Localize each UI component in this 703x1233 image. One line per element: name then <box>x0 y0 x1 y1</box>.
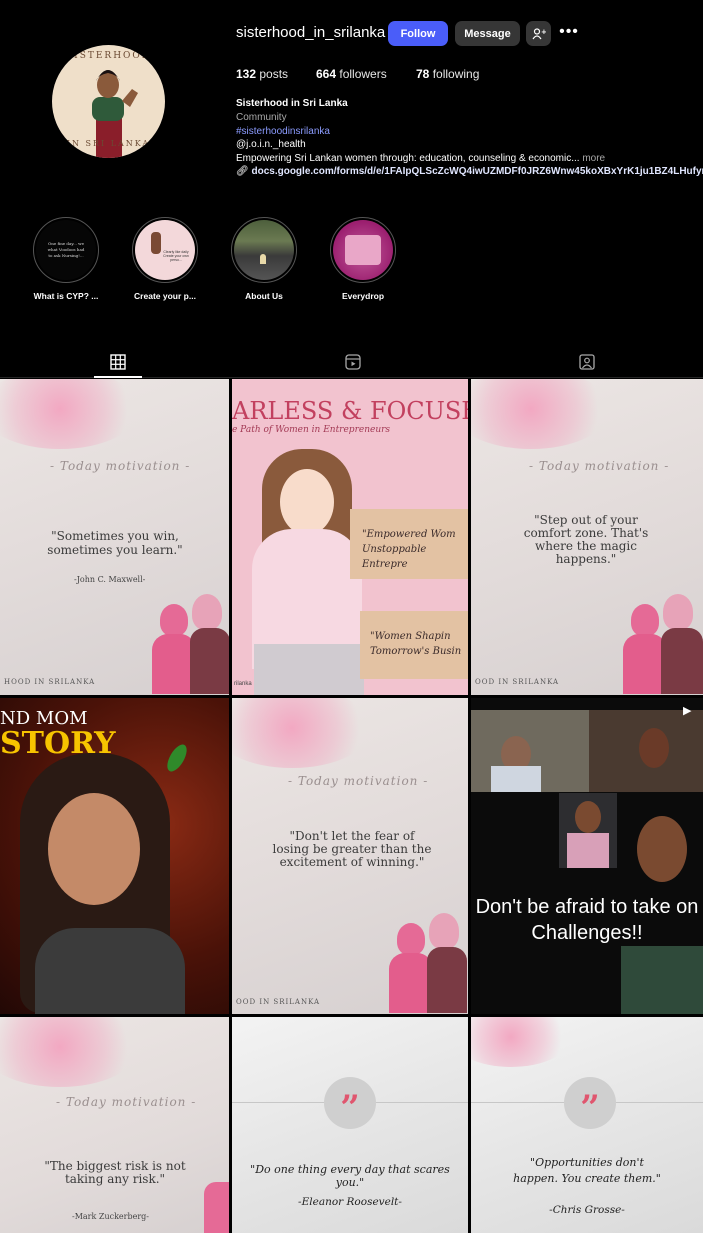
post-quote: "Don't let the fear of losing be greater… <box>272 829 432 869</box>
flowers-decoration <box>0 1017 140 1087</box>
video-call-frame <box>471 710 703 792</box>
tagged-icon <box>579 354 595 370</box>
post-brand: OOD IN SRILANKA <box>236 998 321 1006</box>
highlight-cover <box>234 220 294 280</box>
profile-avatar[interactable]: SISTERHOOD IN SRI LANKA <box>52 45 165 158</box>
flowers-decoration <box>0 379 140 449</box>
shirt-illustration <box>35 928 185 1014</box>
women-illustration <box>150 594 229 694</box>
highlight-cover <box>333 220 393 280</box>
grid-icon <box>110 354 126 370</box>
quote-mark-icon: ” <box>324 1077 376 1129</box>
add-person-icon: + <box>532 28 546 39</box>
post-5[interactable]: - Today motivation - "Don't let the fear… <box>232 698 468 1014</box>
post-brand: rilanka <box>234 681 252 687</box>
post-subtitle: - Today motivation - <box>529 459 670 473</box>
quote-box: "Empowered Wom Unstoppable Entrepre <box>350 509 468 579</box>
skirt-illustration <box>254 644 364 695</box>
post-title: ARLESS & FOCUSED <box>232 397 468 425</box>
post-quote: "The biggest risk is not taking any risk… <box>44 1159 186 1186</box>
video-call-frame <box>559 793 617 868</box>
post-6[interactable]: ▶︎ Don't be afraid to take on Challenges… <box>471 698 703 1014</box>
post-3[interactable]: - Today motivation - "Step out of your c… <box>471 379 703 695</box>
link-icon: 🔗︎ <box>236 166 249 177</box>
post-brand: OOD IN SRILANKA <box>475 678 560 686</box>
svg-text:+: + <box>541 28 546 36</box>
post-caption: Don't be afraid to take on Challenges!! <box>475 896 699 944</box>
post-author: -Eleanor Roosevelt- <box>298 1196 402 1208</box>
post-author: -Chris Grosse- <box>549 1204 625 1216</box>
women-illustration <box>387 913 467 1013</box>
bio-description: Empowering Sri Lankan women through: edu… <box>236 153 606 164</box>
quote-box: "Women Shapin Tomorrow's Busin <box>360 611 468 679</box>
highlight-what-is-cyp[interactable]: One fine day... we what Voodoos had to a… <box>33 217 99 301</box>
bio-mention-link[interactable]: @j.o.i.n._health <box>236 139 306 150</box>
post-subtitle: - Today motivation - <box>50 459 191 473</box>
bio-hashtag-link[interactable]: #sisterhoodinsrilanka <box>236 126 330 137</box>
post-quote: "Opportunities don't happen. You create … <box>513 1156 661 1185</box>
post-subtitle: - Today motivation - <box>56 1095 197 1109</box>
tab-tagged[interactable] <box>577 352 597 372</box>
post-4[interactable]: ND MOM STORY <box>0 698 229 1014</box>
post-quote: "Step out of your comfort zone. That's w… <box>523 513 649 566</box>
tab-posts[interactable] <box>108 352 128 372</box>
highlight-label: About Us <box>245 291 283 301</box>
post-7[interactable]: - Today motivation - "The biggest risk i… <box>0 1017 229 1233</box>
post-8[interactable]: ” "Do one thing every day that scares yo… <box>232 1017 468 1233</box>
posts-count-stat: 132 posts <box>236 67 289 81</box>
avatar-text-top: SISTERHOOD <box>65 51 152 61</box>
flowers-decoration <box>471 1017 571 1067</box>
post-1[interactable]: - Today motivation - "Sometimes you win,… <box>0 379 229 695</box>
post-subtitle: e Path of Women in Entrepreneurs <box>232 425 391 435</box>
highlight-cover: Clearly like daily Create your own perso… <box>135 220 195 280</box>
message-button[interactable]: Message <box>455 21 520 46</box>
highlight-label: What is CYP? ... <box>33 291 99 301</box>
flowers-decoration <box>471 379 611 449</box>
post-author: -Mark Zuckerberg- <box>72 1212 149 1221</box>
post-2[interactable]: ARLESS & FOCUSED e Path of Women in Entr… <box>232 379 468 695</box>
post-quote: "Do one thing every day that scares you.… <box>250 1163 450 1189</box>
quote-mark-icon: ” <box>564 1077 616 1129</box>
women-illustration <box>621 594 703 694</box>
suggested-accounts-button[interactable]: + <box>526 21 551 46</box>
face-illustration <box>48 793 140 905</box>
post-author: -John C. Maxwell- <box>74 575 146 584</box>
highlight-about-us[interactable]: About Us <box>231 217 297 301</box>
highlight-create-your[interactable]: Clearly like daily Create your own perso… <box>132 217 198 301</box>
post-9[interactable]: ” "Opportunities don't happen. You creat… <box>471 1017 703 1233</box>
followers-link[interactable]: 664 followers <box>316 67 387 81</box>
tab-reels[interactable] <box>343 352 363 372</box>
options-more-icon[interactable]: ••• <box>558 24 580 44</box>
bio-category: Community <box>236 112 287 123</box>
video-play-icon: ▶︎ <box>683 705 692 717</box>
post-brand: HOOD IN SRILANKA <box>4 678 96 686</box>
women-illustration <box>204 1182 229 1233</box>
follow-button[interactable]: Follow <box>388 21 448 46</box>
post-subtitle: - Today motivation - <box>288 774 429 788</box>
avatar-text-bottom: IN SRI LANKA <box>66 139 151 148</box>
bio-more-button[interactable]: more <box>582 153 605 164</box>
highlight-label: Create your p... <box>134 291 196 301</box>
profile-username: sisterhood_in_srilanka <box>236 24 386 41</box>
chili-icon <box>163 741 191 775</box>
reels-icon <box>345 354 361 370</box>
highlight-everydrop[interactable]: Everydrop <box>330 217 396 301</box>
flowers-decoration <box>232 698 372 768</box>
following-link[interactable]: 78 following <box>416 67 479 81</box>
highlight-label: Everydrop <box>341 291 385 301</box>
post-quote: "Sometimes you win, sometimes you learn.… <box>47 529 183 557</box>
highlight-cover: One fine day... we what Voodoos had to a… <box>36 220 96 280</box>
active-tab-indicator <box>94 376 142 378</box>
bio-name: Sisterhood in Sri Lanka <box>236 98 348 109</box>
bio-link[interactable]: 🔗︎ docs.google.com/forms/d/e/1FAIpQLScZc… <box>236 166 703 177</box>
